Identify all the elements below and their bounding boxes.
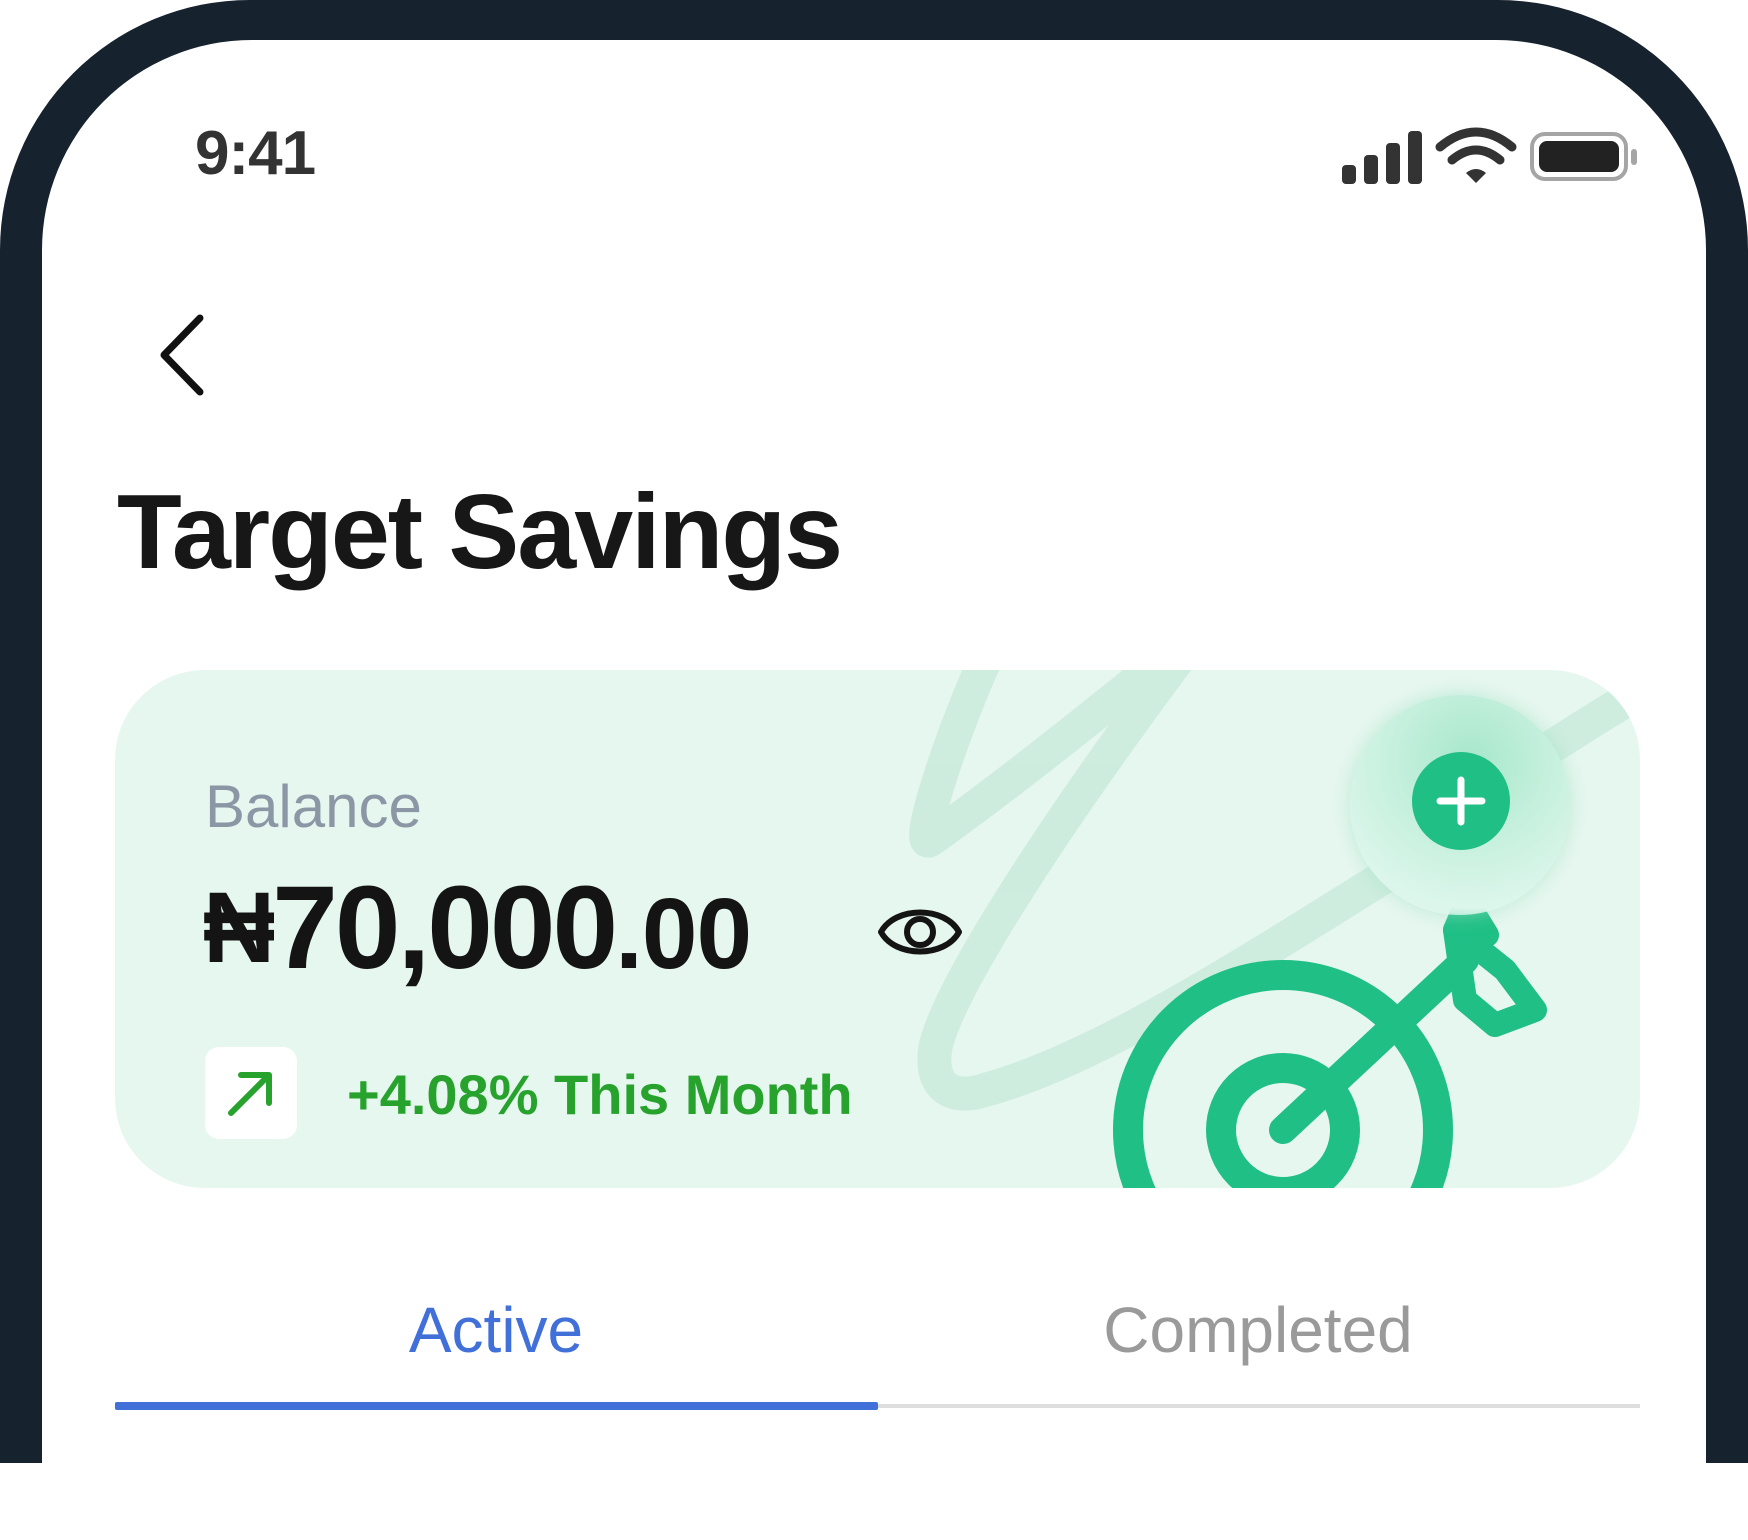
chevron-left-icon xyxy=(160,314,204,396)
back-button[interactable] xyxy=(122,295,242,415)
balance-whole: 70,000 xyxy=(272,862,618,994)
status-time: 9:41 xyxy=(195,119,316,188)
savings-tabs: Active Completed xyxy=(115,1260,1640,1410)
balance-amount: ₦70,000.00 xyxy=(203,860,752,996)
trend-badge xyxy=(205,1047,297,1139)
balance-fraction: .00 xyxy=(615,878,752,990)
currency-symbol: ₦ xyxy=(203,872,275,984)
tab-completed[interactable]: Completed xyxy=(877,1260,1639,1400)
page-title: Target Savings xyxy=(117,473,843,591)
balance-label: Balance xyxy=(205,773,422,840)
balance-card: Balance ₦70,000.00 +4.08% This Month xyxy=(115,670,1640,1188)
status-icons xyxy=(1342,127,1637,184)
signal-icon xyxy=(1342,131,1422,184)
eye-icon[interactable] xyxy=(875,892,965,972)
tab-indicator xyxy=(115,1402,878,1410)
target-arrow-icon xyxy=(1113,890,1547,1188)
trend-text: +4.08% This Month xyxy=(347,1063,853,1126)
arrow-up-right-icon xyxy=(228,1072,272,1116)
wifi-icon xyxy=(1435,127,1517,183)
phone-screen: 9:41 Target Savings Balance ₦70,000.00 +… xyxy=(42,40,1706,1540)
battery-icon xyxy=(1530,132,1637,181)
plus-icon xyxy=(1436,776,1486,826)
device-bezel: 9:41 Target Savings Balance ₦70,000.00 +… xyxy=(0,0,1748,1540)
tab-active[interactable]: Active xyxy=(115,1260,877,1400)
add-savings-button[interactable] xyxy=(1412,752,1510,850)
